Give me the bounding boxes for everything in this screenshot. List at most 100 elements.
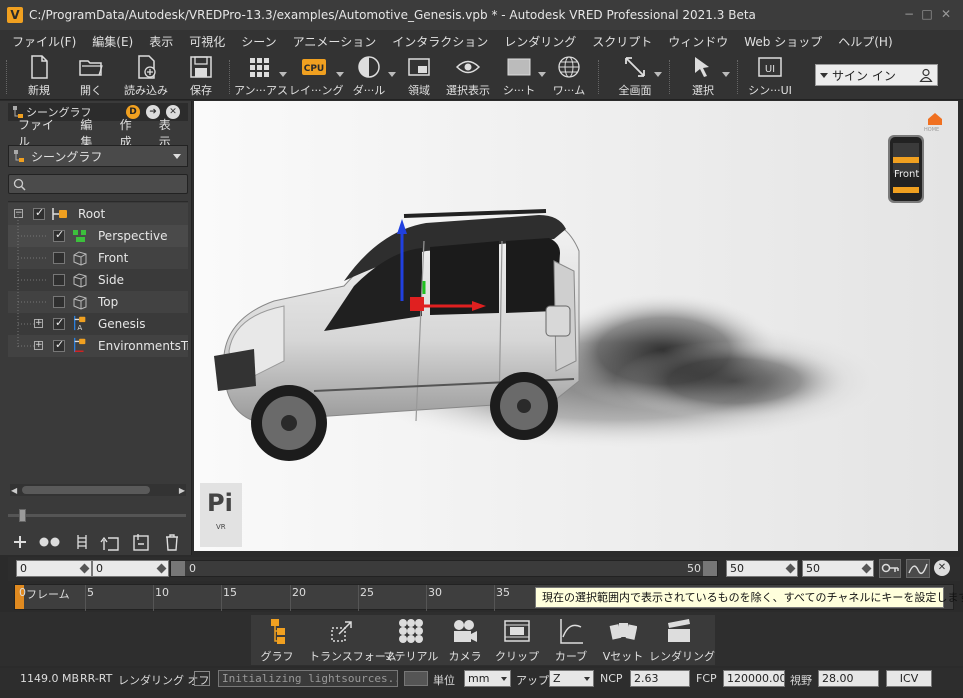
toolbar-grip[interactable] (229, 60, 231, 94)
module-transform-button[interactable]: トランスフォーム (309, 617, 396, 664)
module-material-button[interactable]: マテリアル (381, 617, 441, 664)
module-curve-button[interactable]: カーブ (541, 617, 601, 664)
render-viewport[interactable]: Front HOME Pi VR (194, 101, 958, 551)
tree-horizontal-scrollbar[interactable]: ◀ ▶ (10, 484, 186, 496)
move-up-icon[interactable] (100, 532, 122, 552)
wireframe-button[interactable]: ワ···ム (544, 54, 594, 98)
menu-animation[interactable]: アニメーション (293, 33, 377, 50)
memory-usage: 1149.0 MB (20, 672, 80, 685)
close-timeline-icon[interactable]: ✕ (934, 560, 950, 576)
menu-interaction[interactable]: インタラクション (392, 33, 488, 50)
module-graph-button[interactable]: グラフ (247, 617, 307, 664)
import-button[interactable]: 読み込み (121, 54, 171, 98)
menu-rendering[interactable]: レンダリング (504, 33, 576, 50)
move-node-icon[interactable] (130, 532, 152, 552)
ambient-occlusion-button[interactable]: アン···アス (234, 54, 288, 98)
module-camera-button[interactable]: カメラ (435, 617, 495, 664)
menu-webshop[interactable]: Web ショップ (744, 33, 822, 50)
tree-search-input[interactable] (8, 174, 188, 194)
slider-handle[interactable] (19, 509, 26, 522)
menu-window[interactable]: ウィンドウ (668, 33, 728, 50)
view-cube-icon (73, 295, 87, 310)
module-vset-button[interactable]: Vセット (593, 617, 653, 664)
fov-input[interactable]: 28.00 (818, 670, 879, 687)
vset-cards-icon (609, 623, 637, 640)
raytracing-button[interactable]: CPU レイ···ング (289, 54, 344, 98)
toolbar-grip[interactable] (669, 60, 671, 94)
range-end-handle[interactable] (703, 561, 717, 576)
home-view-icon[interactable] (927, 112, 943, 126)
dropdown-arrow-icon[interactable] (654, 72, 662, 77)
current-frame-spinbox[interactable]: 0 (92, 560, 169, 577)
tree-zoom-slider[interactable] (8, 507, 186, 523)
menu-file[interactable]: ファイル(F) (12, 33, 76, 50)
scene-ui-button[interactable]: UI シン···UI (745, 54, 795, 98)
dropdown-arrow-icon[interactable] (336, 72, 344, 77)
folder-open-icon (79, 60, 103, 76)
toolbar-grip[interactable] (598, 60, 600, 94)
menu-scene[interactable]: シーン (241, 33, 276, 50)
doubleside-button[interactable]: ダ···ル (344, 54, 394, 98)
end-frame-spinbox[interactable]: 50 (726, 560, 798, 577)
start-frame-spinbox[interactable]: 0 (16, 560, 92, 577)
ncp-input[interactable]: 2.63 (630, 670, 690, 687)
save-button[interactable]: 保存 (176, 54, 226, 98)
maximize-button[interactable]: □ (921, 8, 933, 20)
curve-editor-button[interactable] (906, 559, 930, 578)
window-title: C:/ProgramData/Autodesk/VREDPro-13.3/exa… (29, 8, 756, 22)
dropdown-arrow-icon[interactable] (722, 72, 730, 77)
fcp-input[interactable]: 120000.00 (723, 670, 785, 687)
open-button[interactable]: 開く (66, 54, 116, 98)
scenegraph-icon (14, 150, 24, 162)
icv-button[interactable]: ICV (886, 670, 932, 687)
menu-script[interactable]: スクリプト (592, 33, 652, 50)
range-start-handle[interactable] (171, 561, 185, 576)
menu-view[interactable]: 表示 (149, 33, 173, 50)
scroll-right-icon[interactable]: ▶ (179, 486, 185, 495)
module-clip-button[interactable]: クリップ (487, 617, 547, 664)
unit-select[interactable]: mm (464, 670, 511, 687)
curve-axes-icon (560, 619, 583, 644)
close-button[interactable]: ✕ (940, 8, 952, 20)
import-file-icon (138, 55, 156, 79)
minimize-button[interactable]: − (903, 8, 915, 20)
sheet-button[interactable]: シ···ト (494, 54, 544, 98)
chevron-down-icon (173, 154, 181, 159)
fullscreen-button[interactable]: 全画面 (610, 54, 660, 98)
scenegraph-tree: − Root Perspective Front Side Top + A Ge… (8, 201, 188, 481)
menu-edit[interactable]: 編集(E) (92, 33, 133, 50)
toolbar-grip[interactable] (737, 60, 739, 94)
dropdown-arrow-icon[interactable] (279, 72, 287, 77)
scenegraph-view-select[interactable]: シーングラフ (8, 145, 188, 167)
clapperboard-icon (668, 619, 690, 642)
end-range-spinbox[interactable]: 50 (802, 560, 874, 577)
menu-visualization[interactable]: 可視化 (189, 33, 225, 50)
menu-help[interactable]: ヘルプ(H) (838, 33, 892, 50)
trash-icon[interactable] (164, 533, 180, 551)
scroll-left-icon[interactable]: ◀ (11, 486, 17, 495)
scrollbar-thumb[interactable] (22, 486, 150, 494)
view-navcube[interactable]: Front (884, 131, 928, 207)
up-axis-select[interactable]: Z (549, 670, 594, 687)
pi-vr-logo: Pi VR (200, 483, 242, 547)
select-button[interactable]: 選択 (678, 54, 728, 98)
add-icon[interactable] (12, 534, 28, 550)
region-button[interactable]: 領域 (394, 54, 444, 98)
select-cursor-icon (695, 57, 709, 77)
set-key-button[interactable] (879, 559, 901, 578)
toolbar-grip[interactable] (6, 60, 8, 94)
timeline-range-bar[interactable]: 0 50 (170, 560, 718, 577)
module-rendering-button[interactable]: レンダリング (649, 617, 715, 664)
module-bar: グラフ トランスフォーム マテリアル カメラ クリップ カーブ Vセット レンダ… (0, 612, 963, 666)
clone-icon[interactable] (38, 534, 62, 550)
fullscreen-arrows-icon (625, 57, 645, 77)
selection-display-button[interactable]: 選択表示 (443, 54, 493, 98)
signin-dropdown[interactable]: サイン イン (815, 64, 938, 86)
user-icon (919, 68, 933, 82)
group-icon[interactable] (74, 533, 90, 551)
film-clip-icon (504, 620, 530, 642)
new-button[interactable]: 新規 (14, 54, 64, 98)
new-file-icon (31, 55, 48, 79)
status-toggle-button[interactable] (404, 671, 428, 686)
monitor-icon[interactable] (194, 671, 210, 686)
